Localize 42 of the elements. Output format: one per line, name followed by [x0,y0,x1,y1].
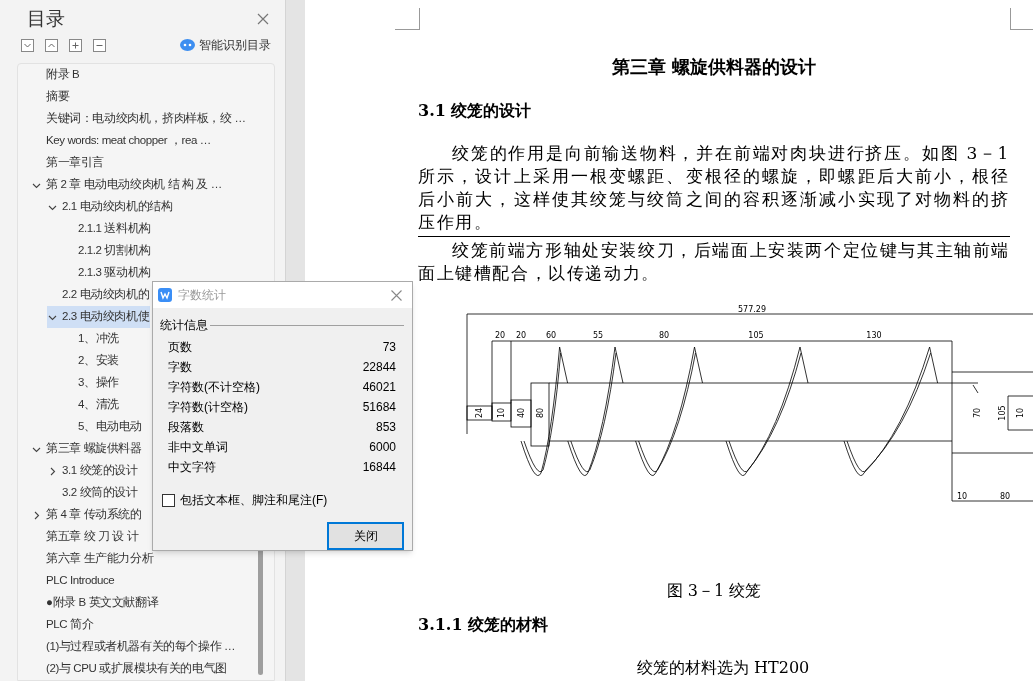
stat-label: 非中文单词 [168,439,228,456]
dimension-label: 40 [517,407,526,419]
stat-label: 页数 [168,339,192,356]
chapter-heading: 第三章 螺旋供料器的设计 [610,55,818,79]
dimension-label: 80 [536,407,545,419]
sidebar-title: 目录 [27,6,65,31]
dimension-label: 105 [748,331,764,340]
body-text: 绞笼的材料选为 HT200 [637,658,811,678]
dimension-label: 577.29 [738,305,766,314]
stat-value: 6000 [369,439,396,456]
group-label: 统计信息 [160,317,208,334]
dimension-label: 55 [592,331,604,340]
body-paragraph: 绞笼的作用是向前输送物料，并在前端对肉块进行挤压。如图 3－1 所示，设计上采用一根变螺距、变根径的螺旋，即螺距后大前小，根径后小前大，这样使其绞笼与绞筒之间的容积逐渐减小实现了对物料的挤压作用。 [418,142,1010,234]
stat-label: 字数 [168,359,192,376]
section-heading: 3.1 绞笼的设计 [418,100,533,122]
dialog-title: 字数统计 [178,287,227,304]
body-paragraph: 绞笼前端方形轴处安装绞刀，后端面上安装两个定位键与其主轴前端面上键槽配合，以传递动力。 [418,239,1010,285]
dimension-label: 130 [866,331,882,340]
dimension-label: 80 [999,492,1011,501]
stat-label: 段落数 [168,419,204,436]
dimension-label: 60 [545,331,557,340]
stat-value: 853 [375,419,396,436]
stat-value: 22844 [362,359,396,376]
dimension-label: 10 [956,492,968,501]
stat-value: 46021 [362,379,396,396]
stat-value: 16844 [362,459,396,476]
dimension-label: 20 [494,331,506,340]
stat-label: 字符数(计空格) [168,399,248,416]
stat-label: 中文字符 [168,459,216,476]
dimension-label: 105 [998,405,1007,421]
dimension-label: 80 [658,331,670,340]
dimension-label: 20 [515,331,527,340]
checkbox-label: 包括文本框、脚注和尾注(F) [180,492,328,509]
stat-label: 字符数(不计空格) [168,379,260,396]
figure-caption: 图 3－1 绞笼 [665,580,763,602]
dimension-label: 70 [973,407,982,419]
stat-value: 73 [382,339,396,356]
subsection-heading: 3.1.1 绞笼的材料 [418,614,550,636]
dimension-label: 10 [497,407,506,419]
stat-value: 51684 [362,399,396,416]
dimension-label: 10 [1016,407,1025,419]
dimension-label: 24 [475,407,484,419]
